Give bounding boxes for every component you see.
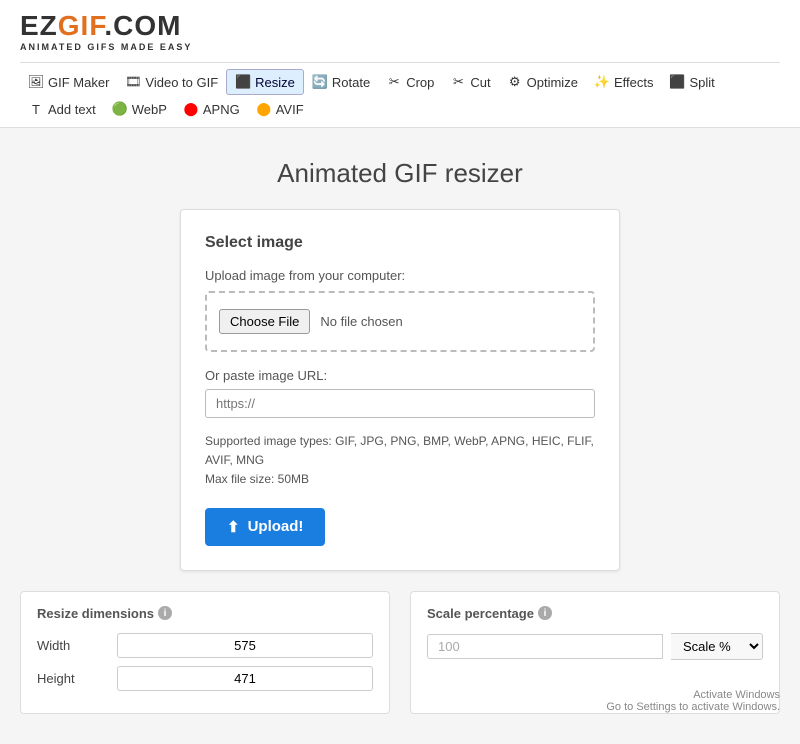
- file-name-label: No file chosen: [320, 314, 402, 329]
- video-to-gif-icon: 🎞: [125, 74, 141, 90]
- upload-button[interactable]: ⬆ Upload!: [205, 508, 325, 546]
- supported-types-text: Supported image types: GIF, JPG, PNG, BM…: [205, 432, 595, 490]
- nav-item-webp[interactable]: 🟢 WebP: [104, 97, 175, 121]
- nav-item-split[interactable]: ⬛ Split: [661, 70, 722, 94]
- choose-file-button[interactable]: Choose File: [219, 309, 310, 334]
- resize-dimensions-panel: Resize dimensions i Width Height: [20, 591, 390, 714]
- height-row: Height: [37, 666, 373, 691]
- scale-input[interactable]: [427, 634, 663, 659]
- logo-text: EZGIF.COM: [20, 10, 780, 42]
- webp-icon: 🟢: [112, 101, 128, 117]
- rotate-icon: 🔄: [312, 74, 328, 90]
- crop-icon: ✂: [386, 74, 402, 90]
- width-label: Width: [37, 638, 117, 653]
- header: EZGIF.COM ANIMATED GIFS MADE EASY 🖼 GIF …: [0, 0, 800, 128]
- nav-bar: 🖼 GIF Maker 🎞 Video to GIF ⬛ Resize 🔄 Ro…: [20, 62, 780, 121]
- nav-item-rotate[interactable]: 🔄 Rotate: [304, 70, 378, 94]
- height-label: Height: [37, 671, 117, 686]
- select-image-card: Select image Upload image from your comp…: [180, 209, 620, 571]
- nav-item-crop[interactable]: ✂ Crop: [378, 70, 442, 94]
- scale-percentage-title: Scale percentage i: [427, 606, 763, 621]
- upload-icon: ⬆: [227, 518, 240, 536]
- logo-subtitle: ANIMATED GIFS MADE EASY: [20, 42, 780, 52]
- nav-item-resize[interactable]: ⬛ Resize: [226, 69, 304, 95]
- nav-item-gif-maker[interactable]: 🖼 GIF Maker: [20, 70, 117, 94]
- width-row: Width: [37, 633, 373, 658]
- main-content: Animated GIF resizer Select image Upload…: [0, 128, 800, 744]
- card-title: Select image: [205, 234, 595, 252]
- nav-item-avif[interactable]: ⬤ AVIF: [248, 97, 312, 121]
- nav-item-add-text[interactable]: T Add text: [20, 97, 104, 121]
- upload-label: Upload image from your computer:: [205, 268, 595, 283]
- resize-info-icon[interactable]: i: [158, 606, 172, 620]
- nav-item-optimize[interactable]: ⚙ Optimize: [499, 70, 586, 94]
- nav-item-cut[interactable]: ✂ Cut: [442, 70, 498, 94]
- height-input[interactable]: [117, 666, 373, 691]
- watermark: Activate Windows Go to Settings to activ…: [606, 689, 780, 713]
- width-input[interactable]: [117, 633, 373, 658]
- resize-dimensions-title: Resize dimensions i: [37, 606, 373, 621]
- file-input-row: Choose File No file chosen: [219, 309, 581, 334]
- nav-item-video-to-gif[interactable]: 🎞 Video to GIF: [117, 70, 226, 94]
- effects-icon: ✨: [594, 74, 610, 90]
- cut-icon: ✂: [450, 74, 466, 90]
- apng-icon: ⬤: [183, 101, 199, 117]
- file-upload-area: Choose File No file chosen: [205, 291, 595, 352]
- nav-item-effects[interactable]: ✨ Effects: [586, 70, 662, 94]
- split-icon: ⬛: [669, 74, 685, 90]
- page-title: Animated GIF resizer: [277, 158, 523, 189]
- url-input[interactable]: [205, 389, 595, 418]
- logo: EZGIF.COM ANIMATED GIFS MADE EASY: [20, 10, 780, 52]
- optimize-icon: ⚙: [507, 74, 523, 90]
- avif-icon: ⬤: [256, 101, 272, 117]
- url-label: Or paste image URL:: [205, 368, 595, 383]
- add-text-icon: T: [28, 101, 44, 117]
- gif-maker-icon: 🖼: [28, 74, 44, 90]
- scale-row: Scale % Width px Height px: [427, 633, 763, 660]
- scale-info-icon[interactable]: i: [538, 606, 552, 620]
- resize-icon: ⬛: [235, 74, 251, 90]
- scale-select[interactable]: Scale % Width px Height px: [671, 633, 763, 660]
- nav-item-apng[interactable]: ⬤ APNG: [175, 97, 248, 121]
